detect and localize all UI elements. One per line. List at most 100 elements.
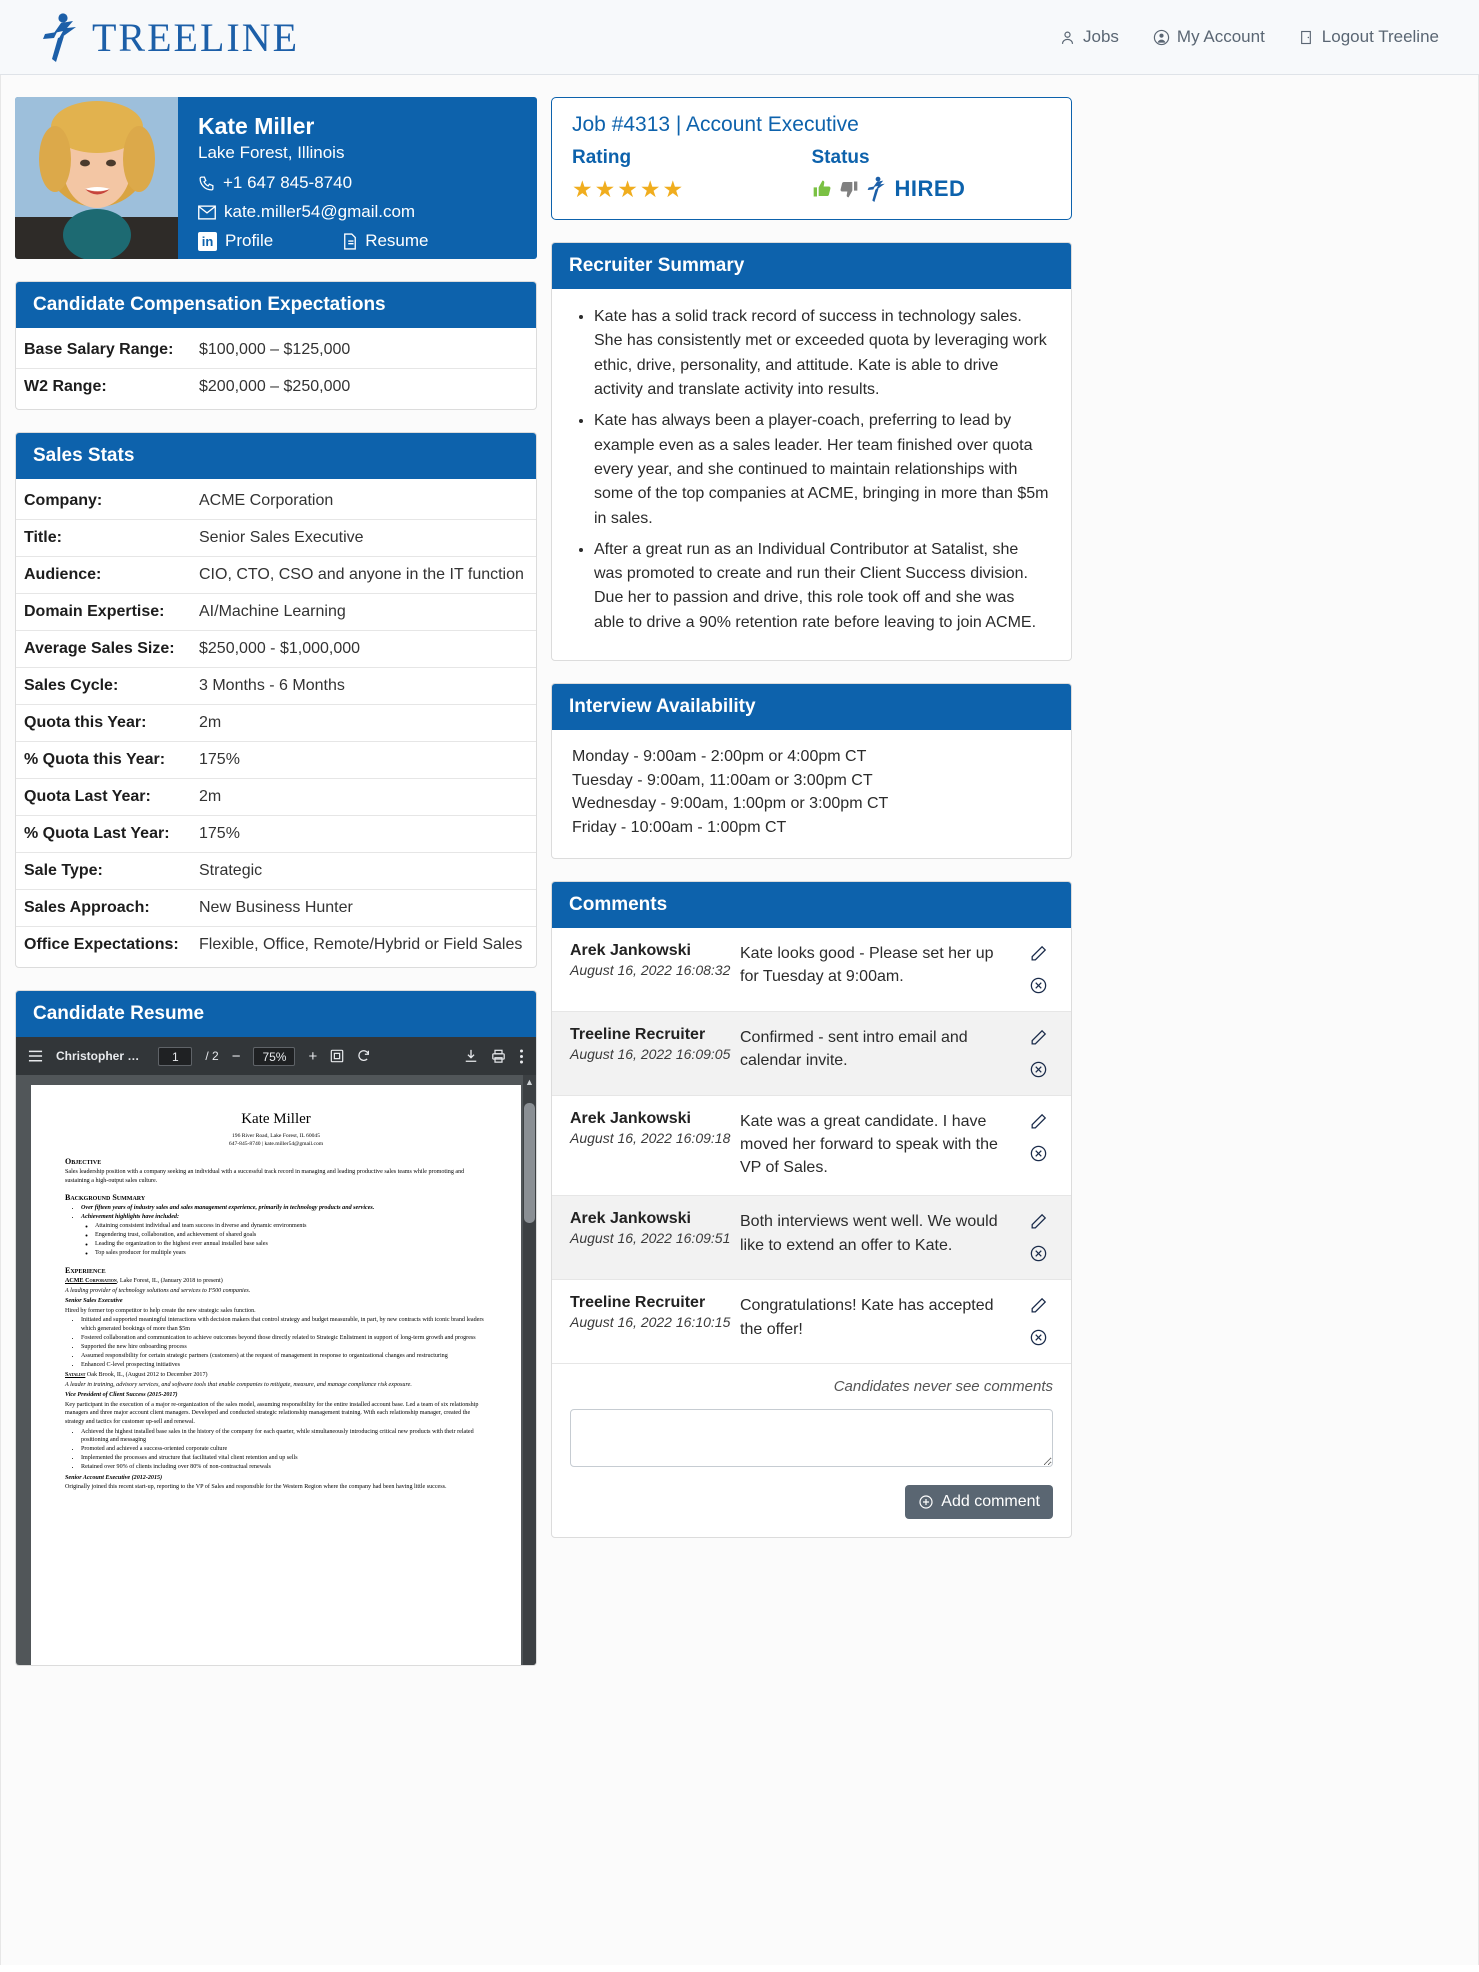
list-item: After a great run as an Individual Contr…: [594, 538, 1049, 635]
list-item: Initiated and supported meaningful inter…: [81, 1316, 487, 1333]
delete-comment-icon[interactable]: [1029, 1144, 1048, 1163]
resume-address: 196 River Road, Lake Forest, IL 60045: [231, 1132, 321, 1139]
add-comment-button[interactable]: Add comment: [905, 1485, 1053, 1520]
fit-page-icon[interactable]: [330, 1049, 344, 1063]
comment-author: Arek Jankowski: [570, 941, 691, 959]
document-icon: [344, 232, 357, 250]
job-header: Satalist Oak Brook, IL, (August 2012 to …: [65, 1371, 487, 1379]
row-label: % Quota this Year:: [16, 741, 191, 779]
delete-comment-icon[interactable]: [1029, 1060, 1048, 1079]
row-value: 2m: [191, 704, 536, 742]
delete-comment-icon[interactable]: [1029, 1328, 1048, 1347]
recruiter-summary-title: Recruiter Summary: [552, 243, 1071, 289]
nav-logout[interactable]: Logout Treeline: [1299, 27, 1439, 47]
row-label: Sale Type:: [16, 852, 191, 890]
background-item: Over fifteen years of industry sales and…: [81, 1205, 375, 1211]
edit-comment-icon[interactable]: [1029, 1296, 1048, 1315]
candidate-name: Kate Miller: [198, 113, 315, 139]
job-intro: Key participant in the execution of a ma…: [65, 1402, 479, 1425]
user-icon: [1061, 31, 1074, 44]
rating-stars[interactable]: ★★★★★: [572, 176, 812, 203]
comment-input[interactable]: [570, 1409, 1053, 1468]
brand-logo[interactable]: TREELINE: [40, 12, 299, 62]
interview-availability-title: Interview Availability: [552, 684, 1071, 731]
pdf-zoom-out-button[interactable]: −: [232, 1048, 241, 1065]
rotate-icon[interactable]: [357, 1049, 371, 1063]
resume-background-heading: Background Summary: [65, 1192, 146, 1202]
compensation-table: Base Salary Range: $100,000 – $125,000 W…: [16, 332, 536, 405]
row-value: $200,000 – $250,000: [199, 378, 351, 395]
list-item: Assumed responsibility for certain strat…: [81, 1352, 487, 1360]
comment-date: August 16, 2022 16:08:32: [570, 961, 731, 978]
row-label: Quota this Year:: [16, 704, 191, 742]
comment-text: Both interviews went well. We would like…: [740, 1213, 998, 1254]
nav-my-account-label: My Account: [1176, 27, 1265, 46]
comment-text: Kate looks good - Please set her up for …: [740, 944, 994, 985]
pdf-scrollbar[interactable]: ▲: [523, 1075, 536, 1665]
more-options-icon[interactable]: [519, 1049, 524, 1064]
row-value: New Business Hunter: [191, 889, 536, 927]
resume-label: Resume: [365, 231, 429, 250]
comment-date: August 16, 2022 16:09:05: [570, 1045, 731, 1062]
list-item: Fostered collaboration and communication…: [81, 1334, 487, 1342]
top-navigation: Jobs My Account Logout Treeline: [1059, 27, 1439, 47]
edit-comment-icon[interactable]: [1029, 1212, 1048, 1231]
email-icon: [198, 204, 216, 220]
app-header: TREELINE Jobs My Account Logout Treeline: [0, 0, 1479, 75]
comments-title: Comments: [552, 881, 1071, 928]
delete-comment-icon[interactable]: [1029, 976, 1048, 995]
print-icon[interactable]: [491, 1049, 506, 1063]
comment-text: Congratulations! Kate has accepted the o…: [740, 1297, 994, 1338]
comment-item: Treeline Recruiter August 16, 2022 16:10…: [552, 1280, 1071, 1365]
comment-date: August 16, 2022 16:09:18: [570, 1129, 731, 1146]
add-comment-area: Candidates never see comments Add commen…: [552, 1364, 1071, 1537]
pdf-toolbar: Christopher … 1 / 2 − 75% +: [16, 1037, 536, 1075]
edit-comment-icon[interactable]: [1029, 1028, 1048, 1047]
edit-comment-icon[interactable]: [1029, 1112, 1048, 1131]
plus-circle-icon: [919, 1495, 933, 1509]
thumbs-down-icon[interactable]: [839, 179, 859, 199]
scroll-thumb[interactable]: [524, 1103, 535, 1223]
table-row: Sales Cycle: 3 Months - 6 Months: [16, 667, 536, 705]
table-row: % Quota this Year: 175%: [16, 741, 536, 779]
logout-icon: [1300, 30, 1311, 44]
comments-note: Candidates never see comments: [833, 1378, 1053, 1396]
row-label: W2 Range:: [24, 378, 107, 395]
resume-contact: 647-845-8740 | kate.miller54@gmail.com: [228, 1141, 324, 1148]
status-block: Status HIRED: [812, 147, 1052, 203]
list-item: Top sales producer for multiple years: [95, 1249, 487, 1257]
comment-date: August 16, 2022 16:09:51: [570, 1230, 731, 1247]
resume-objective-heading: Objective: [65, 1157, 102, 1167]
edit-comment-icon[interactable]: [1029, 944, 1048, 963]
row-value: CIO, CTO, CSO and anyone in the IT funct…: [191, 556, 536, 594]
row-label: Office Expectations:: [24, 936, 179, 953]
candidate-phone-row: +1 647 845-8740: [198, 173, 517, 193]
candidate-links: in Profile Resume: [198, 231, 517, 251]
availability-line: Wednesday - 9:00am, 1:00pm or 3:00pm CT: [572, 795, 889, 813]
row-label: % Quota Last Year:: [16, 815, 191, 853]
table-row: W2 Range: $200,000 – $250,000: [16, 369, 536, 406]
job-descriptor: A leading provider of technology solutio…: [65, 1287, 251, 1294]
status-label: Status: [811, 147, 870, 168]
list-item: Attaining consistent individual and team…: [95, 1222, 487, 1230]
nav-jobs[interactable]: Jobs: [1059, 27, 1119, 47]
menu-icon[interactable]: [28, 1050, 43, 1062]
thumbs-up-icon[interactable]: [812, 179, 832, 199]
pdf-zoom-level[interactable]: 75%: [253, 1046, 296, 1066]
linkedin-profile-link[interactable]: in Profile: [198, 231, 273, 251]
resume-link[interactable]: Resume: [343, 231, 429, 251]
resume-name: Kate Miller: [241, 1111, 311, 1127]
candidate-details: Kate Miller Lake Forest, Illinois +1 647…: [178, 97, 537, 259]
row-value: 3 Months - 6 Months: [191, 667, 536, 705]
avatar: [15, 97, 178, 259]
scroll-up-arrow[interactable]: ▲: [523, 1075, 536, 1089]
download-icon[interactable]: [464, 1049, 478, 1063]
list-item: Kate has a solid track record of success…: [594, 305, 1049, 402]
pdf-page-input[interactable]: 1: [158, 1046, 193, 1066]
job-title[interactable]: Job #4313 | Account Executive: [572, 113, 1051, 137]
nav-my-account[interactable]: My Account: [1153, 27, 1265, 47]
delete-comment-icon[interactable]: [1029, 1244, 1048, 1263]
sales-stats-title: Sales Stats: [16, 433, 536, 479]
pdf-zoom-in-button[interactable]: +: [308, 1048, 317, 1065]
job-intro: Hired by former top competitor to help c…: [65, 1307, 256, 1314]
